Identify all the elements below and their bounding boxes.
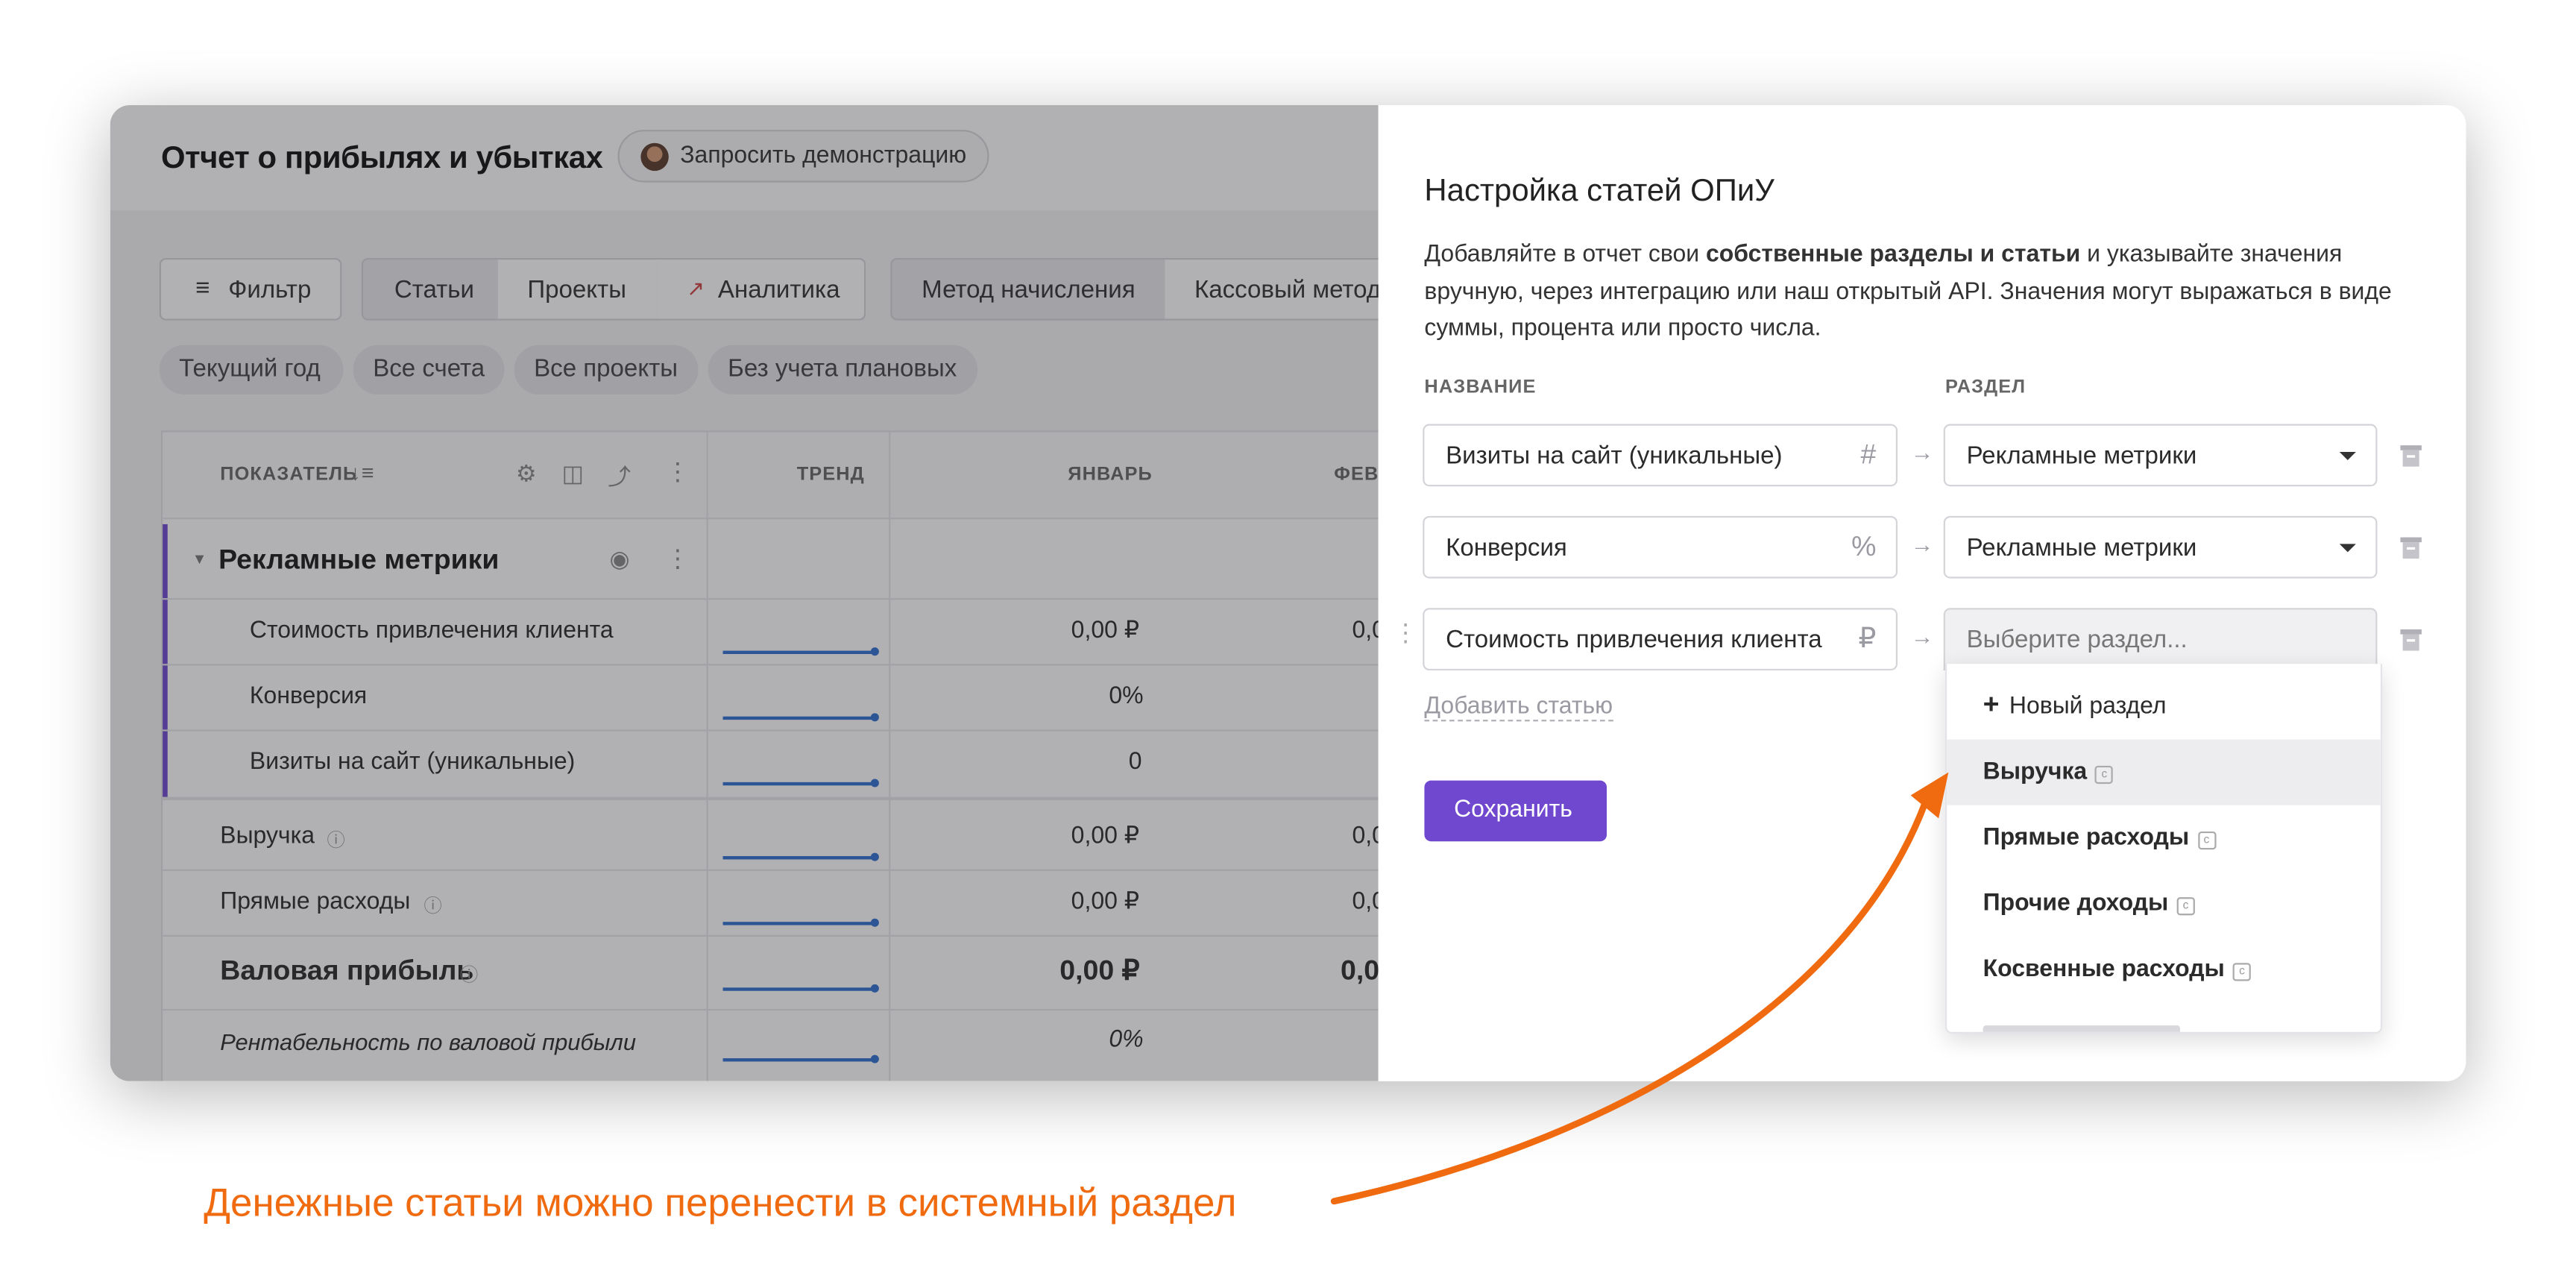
annotation-arrow-icon: [1330, 772, 1949, 1205]
annotation-text: Денежные статьи можно перенести в систем…: [204, 1181, 1237, 1226]
